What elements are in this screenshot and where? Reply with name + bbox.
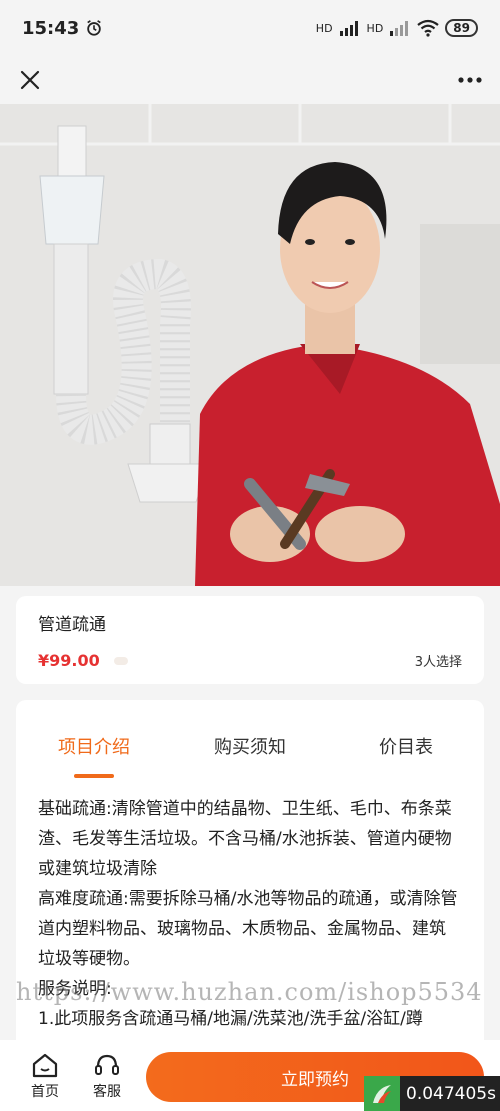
product-price: ¥99.00 [38,651,100,670]
description-service-heading: 服务说明: [38,979,112,999]
description: 基础疏通:清除管道中的结晶物、卫生纸、毛巾、布条菜渣、毛发等生活垃圾。不含马桶/… [16,780,484,1034]
description-basic: 基础疏通:清除管道中的结晶物、卫生纸、毛巾、布条菜渣、毛发等生活垃圾。不含马桶/… [38,799,452,879]
signal-hd-label-1: HD [315,21,333,35]
customer-service-button[interactable]: 客服 [76,1051,138,1101]
close-icon [20,70,40,90]
tab-intro-label: 项目介绍 [58,737,130,758]
signal-icon-2 [390,21,409,36]
selected-count: 3人选择 [414,655,462,670]
product-card: 管道疏通 ¥99.00 3人选择 [16,596,484,684]
hero-illustration [0,104,500,586]
signal-hd-label-2: HD [366,21,384,35]
headset-icon [95,1054,119,1075]
timer-text: 0.047405s [406,1083,496,1104]
tab-price-list[interactable]: 价目表 [328,700,484,780]
wifi-icon [417,19,439,37]
status-bar: 15:43 HD HD 89 [0,0,500,56]
timer-badge: 0.047405s [364,1076,500,1111]
price-row: ¥99.00 3人选择 [38,651,462,670]
logo-icon [364,1076,400,1111]
tab-purchase-notes[interactable]: 购买须知 [172,700,328,780]
signal-icon [339,21,358,36]
tab-intro[interactable]: 项目介绍 [16,700,172,780]
nav-bar [0,56,500,104]
status-indicators: HD HD 89 [316,19,478,37]
home-icon [32,1053,58,1077]
close-button[interactable] [14,64,46,96]
description-service-item: 1.此项服务含疏通马桶/地漏/洗菜池/洗手盆/浴缸/蹲 [38,1009,423,1029]
description-advanced: 高难度疏通:需要拆除马桶/水池等物品的疏通，或清除管道内塑料物品、玻璃物品、木质… [38,889,458,969]
hero-image [0,104,500,586]
alarm-icon [87,20,102,36]
more-icon [458,77,482,83]
tab-active-indicator [74,774,114,778]
price-decoration [113,656,128,665]
tab-price-list-label: 价目表 [379,737,433,758]
battery-indicator: 89 [445,19,478,37]
more-button[interactable] [454,64,486,96]
product-title: 管道疏通 [38,615,106,635]
home-button[interactable]: 首页 [14,1051,76,1101]
service-label: 客服 [93,1083,121,1100]
tab-purchase-notes-label: 购买须知 [214,737,286,758]
home-label: 首页 [31,1083,59,1100]
status-time: 15:43 [22,17,80,39]
tab-bar: 项目介绍 购买须知 价目表 [16,700,484,780]
